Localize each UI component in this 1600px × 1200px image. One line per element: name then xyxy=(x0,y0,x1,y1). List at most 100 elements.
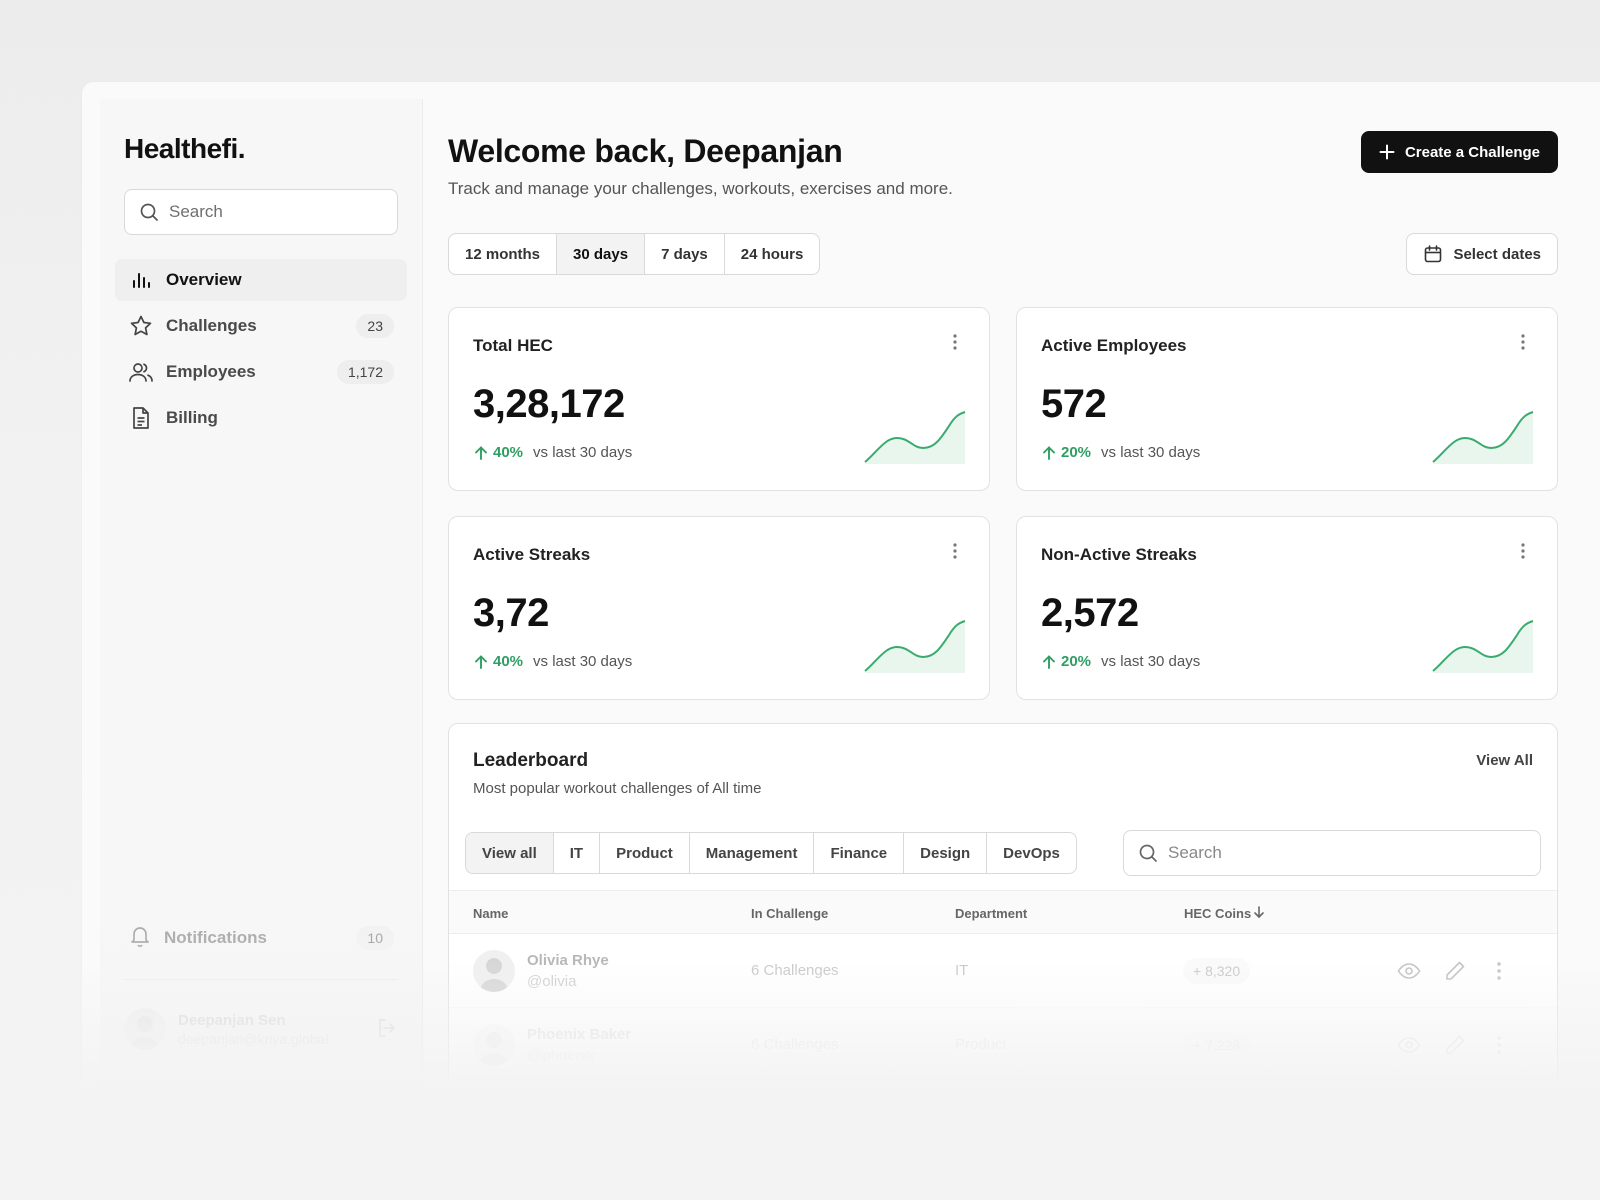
bell-icon xyxy=(128,924,152,953)
stat-change: 40% xyxy=(493,444,524,461)
range-24-hours[interactable]: 24 hours xyxy=(725,234,820,274)
sidebar: Healthefi. Search Overview Challenges 23 xyxy=(100,99,423,1082)
leaderboard-panel: Leaderboard Most popular workout challen… xyxy=(448,723,1558,1082)
row-department: Product xyxy=(955,1036,1007,1053)
row-name: Phoenix Baker xyxy=(527,1026,632,1043)
more-vertical-icon[interactable] xyxy=(945,541,965,561)
row-coins: + 7,228 xyxy=(1183,1032,1251,1058)
stat-title: Non-Active Streaks xyxy=(1041,545,1197,564)
filter-management[interactable]: Management xyxy=(690,833,815,873)
row-coins: + 8,320 xyxy=(1183,958,1251,984)
count-badge: 23 xyxy=(356,314,394,338)
stat-trend: 20% vs last 30 days xyxy=(1041,444,1200,461)
divider xyxy=(124,979,398,980)
stat-card-active-employees: Active Employees 572 20% vs last 30 days xyxy=(1016,307,1558,491)
eye-icon[interactable] xyxy=(1397,1033,1421,1057)
row-department: IT xyxy=(955,962,969,979)
table-row[interactable]: Phoenix Baker @phoenix 6 Challenges Prod… xyxy=(449,1008,1557,1082)
bar-chart-icon xyxy=(128,267,154,293)
filter-devops[interactable]: DevOps xyxy=(987,833,1076,873)
more-vertical-icon[interactable] xyxy=(1513,332,1533,352)
view-all-link[interactable]: View All xyxy=(1476,752,1533,769)
edit-icon[interactable] xyxy=(1443,1033,1467,1057)
sidebar-item-label: Challenges xyxy=(166,316,257,335)
page-subtitle: Track and manage your challenges, workou… xyxy=(448,179,953,198)
sparkline xyxy=(1432,411,1534,464)
arrow-up-icon xyxy=(1043,655,1055,669)
sidebar-item-billing[interactable]: Billing xyxy=(115,397,407,439)
calendar-icon xyxy=(1425,245,1442,263)
more-vertical-icon[interactable] xyxy=(1487,1033,1511,1057)
user-email: deepanjan@kriya.global xyxy=(178,1030,329,1047)
sidebar-item-challenges[interactable]: Challenges 23 xyxy=(115,305,407,347)
stat-card-non-active-streaks: Non-Active Streaks 2,572 20% vs last 30 … xyxy=(1016,516,1558,700)
stat-compare: vs last 30 days xyxy=(533,444,633,461)
sidebar-item-employees[interactable]: Employees 1,172 xyxy=(115,351,407,393)
stat-change: 20% xyxy=(1061,444,1092,461)
user-name: Deepanjan Sen xyxy=(178,1011,286,1029)
row-challenges: 6 Challenges xyxy=(751,1036,839,1053)
column-header-challenge[interactable]: In Challenge xyxy=(751,906,828,921)
select-dates-button[interactable]: Select dates xyxy=(1406,233,1558,275)
column-header-name[interactable]: Name xyxy=(473,906,508,921)
count-badge: 1,172 xyxy=(336,360,394,384)
stat-value: 2,572 xyxy=(1041,591,1139,635)
column-header-coins[interactable]: HEC Coins xyxy=(1184,906,1251,921)
stat-compare: vs last 30 days xyxy=(1101,444,1201,461)
create-challenge-label: Create a Challenge xyxy=(1404,143,1540,161)
user-profile[interactable]: Deepanjan Sen deepanjan@kriya.global xyxy=(124,1007,398,1051)
notifications-label: Notifications xyxy=(164,928,267,947)
file-icon xyxy=(128,405,154,431)
avatar xyxy=(473,1024,515,1066)
department-filter: View all IT Product Management Finance D… xyxy=(465,832,1077,874)
filter-design[interactable]: Design xyxy=(904,833,988,873)
sidebar-item-overview[interactable]: Overview xyxy=(115,259,407,301)
leaderboard-title: Leaderboard xyxy=(473,750,589,771)
range-12-months[interactable]: 12 months xyxy=(449,234,558,274)
count-badge: 10 xyxy=(356,926,394,950)
stat-value: 3,28,172 xyxy=(473,382,625,426)
users-icon xyxy=(128,359,154,385)
stat-title: Active Streaks xyxy=(473,545,591,564)
sidebar-item-label: Employees xyxy=(166,362,256,381)
arrow-down-icon[interactable] xyxy=(1252,905,1266,919)
more-vertical-icon[interactable] xyxy=(1513,541,1533,561)
stat-trend: 40% vs last 30 days xyxy=(473,653,632,670)
stat-card-active-streaks: Active Streaks 3,72 40% vs last 30 days xyxy=(448,516,990,700)
eye-icon[interactable] xyxy=(1397,959,1421,983)
filter-view-all[interactable]: View all xyxy=(466,833,554,873)
sparkline xyxy=(1432,620,1534,673)
sidebar-item-label: Billing xyxy=(166,408,218,427)
create-challenge-button[interactable]: Create a Challenge xyxy=(1360,131,1558,173)
app-window: Healthefi. Search Overview Challenges 23 xyxy=(82,82,1600,1082)
more-vertical-icon[interactable] xyxy=(945,332,965,352)
filter-finance[interactable]: Finance xyxy=(814,833,905,873)
page-title: Welcome back, Deepanjan xyxy=(448,133,843,169)
stat-compare: vs last 30 days xyxy=(1101,653,1201,670)
filter-it[interactable]: IT xyxy=(554,833,601,873)
column-header-department[interactable]: Department xyxy=(955,906,1027,921)
more-vertical-icon[interactable] xyxy=(1487,959,1511,983)
sidebar-item-notifications[interactable]: Notifications 10 xyxy=(115,917,407,959)
stat-title: Total HEC xyxy=(473,336,553,355)
filter-product[interactable]: Product xyxy=(600,833,690,873)
sparkline xyxy=(864,620,966,673)
avatar xyxy=(124,1008,166,1050)
leaderboard-search-input[interactable]: Search xyxy=(1123,830,1541,876)
range-7-days[interactable]: 7 days xyxy=(645,234,725,274)
logout-icon[interactable] xyxy=(376,1017,398,1044)
arrow-up-icon xyxy=(475,655,487,669)
table-header: Name In Challenge Department HEC Coins xyxy=(449,890,1557,934)
edit-icon[interactable] xyxy=(1443,959,1467,983)
star-icon xyxy=(128,313,154,339)
search-icon xyxy=(140,203,158,221)
stat-trend: 40% vs last 30 days xyxy=(473,444,632,461)
table-row[interactable]: Olivia Rhye @olivia 6 Challenges IT + 8,… xyxy=(449,934,1557,1008)
sidebar-item-label: Overview xyxy=(166,270,242,289)
sidebar-search-input[interactable]: Search xyxy=(124,189,398,235)
stat-title: Active Employees xyxy=(1041,336,1187,355)
range-30-days[interactable]: 30 days xyxy=(557,234,646,274)
row-handle: @phoenix xyxy=(527,1047,595,1064)
stat-card-total-hec: Total HEC 3,28,172 40% vs last 30 days xyxy=(448,307,990,491)
main-content: Welcome back, Deepanjan Track and manage… xyxy=(448,99,1558,1082)
